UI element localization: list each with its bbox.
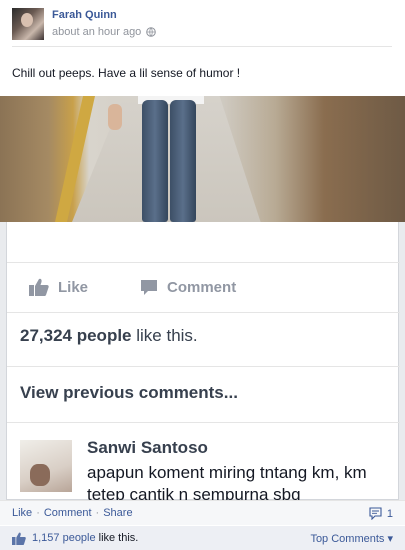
globe-icon[interactable] — [146, 27, 157, 37]
photo-scene — [0, 96, 405, 222]
screenshot-card: Like Comment 27,324 people like this. Vi… — [6, 222, 400, 500]
card-comment-action: Comment — [140, 279, 236, 296]
commenter-avatar — [20, 440, 72, 492]
card-view-previous: View previous comments... — [20, 383, 238, 402]
likes-summary-bar: 1,157 people like this. Top Comments ▾ — [0, 526, 405, 550]
thumbs-up-icon — [12, 532, 26, 545]
photo-person — [108, 96, 208, 222]
comment-count[interactable]: 1 — [369, 507, 393, 520]
like-link[interactable]: Like — [12, 507, 32, 519]
comment-count-value: 1 — [386, 507, 393, 520]
top-comments-dropdown[interactable]: Top Comments ▾ — [310, 532, 393, 545]
post-meta: about an hour ago — [52, 26, 157, 38]
share-link[interactable]: Share — [103, 507, 132, 519]
post-timestamp[interactable]: about an hour ago — [52, 26, 141, 38]
card-comment-label: Comment — [167, 278, 237, 296]
card-like-action: Like — [29, 278, 88, 296]
author-name[interactable]: Farah Quinn — [52, 9, 117, 21]
ufi-links: Like · Comment · Share — [12, 507, 133, 519]
commenter-name: Sanwi Santoso — [87, 438, 208, 457]
card-like-label: Like — [58, 278, 89, 296]
comment-bubble-icon — [141, 279, 158, 295]
header-divider — [12, 46, 392, 47]
thumbs-up-icon — [29, 278, 49, 296]
ufi-action-bar: Like · Comment · Share 1 — [0, 500, 405, 525]
card-likes-count: 27,324 people like this. — [20, 326, 198, 346]
likes-suffix: like this. — [98, 532, 139, 544]
comment-icon — [369, 507, 382, 520]
card-likes-suffix: like this. — [136, 326, 198, 345]
card-likes-number: 27,324 people — [20, 326, 132, 345]
comment-link[interactable]: Comment — [44, 507, 92, 519]
comment-text: apapun koment miring tntang km, km tetep… — [87, 463, 367, 500]
status-text: Chill out peeps. Have a lil sense of hum… — [12, 66, 241, 80]
card-action-row: Like Comment — [7, 262, 400, 312]
author-avatar[interactable] — [12, 8, 44, 40]
post-header: Farah Quinn about an hour ago — [12, 8, 392, 48]
post-photo[interactable]: Like Comment 27,324 people like this. Vi… — [0, 96, 405, 500]
likes-count-link[interactable]: 1,157 people — [32, 532, 96, 544]
